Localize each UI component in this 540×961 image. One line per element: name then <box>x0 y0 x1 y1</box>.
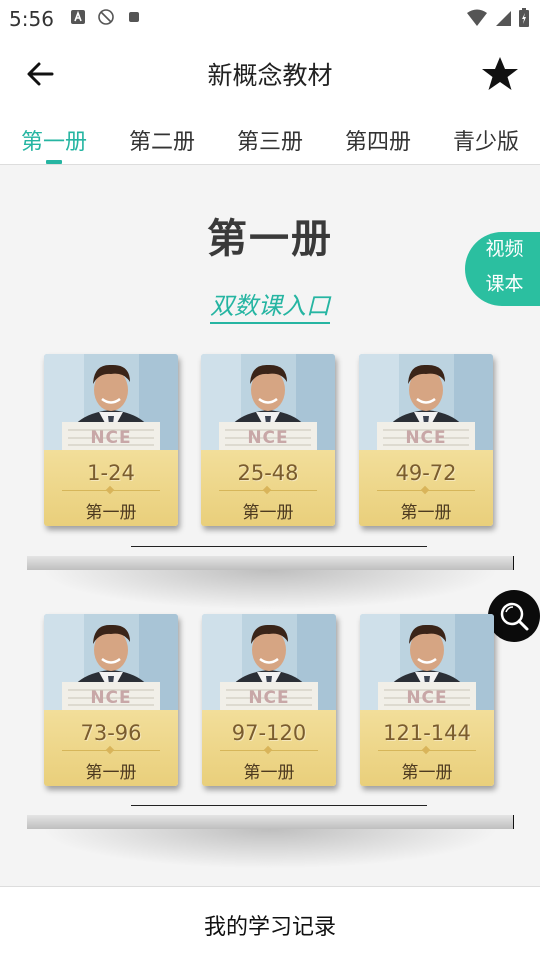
cover-label: 121-144 第一册 <box>360 710 494 786</box>
search-icon <box>500 602 529 631</box>
cover-nce-text: NCE <box>248 688 290 708</box>
video-tab-line2: 课本 <box>485 273 524 295</box>
app-notification-icon <box>71 10 85 24</box>
book-item[interactable]: NCE 49-72 第一册 <box>359 354 493 528</box>
status-bar: 5:56 <box>0 0 540 36</box>
bookshelf-board <box>27 556 514 570</box>
active-tab-indicator <box>46 160 62 164</box>
bottom-bar: 我的学习记录 <box>0 886 540 961</box>
book-item[interactable]: NCE 1-24 第一册 <box>44 354 178 528</box>
cover-label: 97-120 第一册 <box>202 710 336 786</box>
tab-volume-3[interactable]: 第三册 <box>225 124 315 156</box>
volume-tabs: 第一册 第二册 第三册 第四册 青少版 <box>0 112 540 165</box>
shelf-shadow <box>40 829 500 869</box>
tab-volume-4[interactable]: 第四册 <box>333 124 423 156</box>
book-volume: 第一册 <box>401 763 453 783</box>
tab-youth[interactable]: 青少版 <box>441 124 531 156</box>
lesson-range: 121-144 <box>383 721 471 745</box>
book-volume: 第一册 <box>400 503 452 523</box>
sync-off-icon <box>98 9 114 25</box>
my-study-record-button[interactable]: 我的学习记录 <box>0 909 540 941</box>
label-divider <box>220 750 318 751</box>
label-divider <box>378 750 476 751</box>
tab-volume-1[interactable]: 第一册 <box>9 124 99 156</box>
shelf-edge-line <box>131 805 427 806</box>
book-item[interactable]: NCE 25-48 第一册 <box>201 354 335 528</box>
book-item[interactable]: NCE 97-120 第一册 <box>202 614 336 788</box>
cover-label: 25-48 第一册 <box>201 450 335 526</box>
app-bar: 新概念教材 <box>0 36 540 112</box>
book-volume: 第一册 <box>242 503 294 523</box>
cover-label: 1-24 第一册 <box>44 450 178 526</box>
cover-nce-text: NCE <box>406 688 448 708</box>
square-status-icon <box>129 12 139 22</box>
label-divider <box>62 750 160 751</box>
lesson-range: 49-72 <box>395 461 457 485</box>
cover-nce-text: NCE <box>247 428 289 448</box>
battery-icon <box>519 8 529 27</box>
wifi-icon <box>467 9 487 26</box>
label-divider <box>62 490 160 491</box>
cover-label: 49-72 第一册 <box>359 450 493 526</box>
video-tab-line1: 视频 <box>485 238 524 260</box>
entry-link-label: 双数课入口 <box>210 292 330 324</box>
label-divider <box>219 490 317 491</box>
lesson-range: 25-48 <box>237 461 299 485</box>
search-button[interactable] <box>488 590 540 642</box>
page-title: 新概念教材 <box>207 61 333 90</box>
lesson-range: 73-96 <box>80 721 142 745</box>
bookshelf-board <box>27 815 514 829</box>
tab-volume-2[interactable]: 第二册 <box>117 124 207 156</box>
book-volume: 第一册 <box>243 763 295 783</box>
shelf-shadow <box>40 570 500 610</box>
cover-nce-text: NCE <box>405 428 447 448</box>
cover-label: 73-96 第一册 <box>44 710 178 786</box>
cover-nce-text: NCE <box>90 428 132 448</box>
star-icon[interactable] <box>480 54 520 94</box>
book-volume: 第一册 <box>85 503 137 523</box>
book-volume: 第一册 <box>85 763 137 783</box>
status-system-icons <box>466 8 530 28</box>
video-textbook-button[interactable]: 视频 课本 <box>465 232 540 306</box>
lesson-range: 97-120 <box>231 721 307 745</box>
label-divider <box>377 490 475 491</box>
book-item[interactable]: NCE 73-96 第一册 <box>44 614 178 788</box>
status-time: 5:56 <box>9 7 54 31</box>
signal-icon <box>496 11 511 26</box>
lesson-range: 1-24 <box>87 461 135 485</box>
volume-title: 第一册 <box>207 216 333 262</box>
shelf-edge-line <box>131 546 427 547</box>
book-item[interactable]: NCE 121-144 第一册 <box>360 614 494 788</box>
even-lesson-entry-link[interactable]: 双数课入口 <box>0 286 540 324</box>
status-notification-icons <box>70 9 142 25</box>
cover-nce-text: NCE <box>90 688 132 708</box>
